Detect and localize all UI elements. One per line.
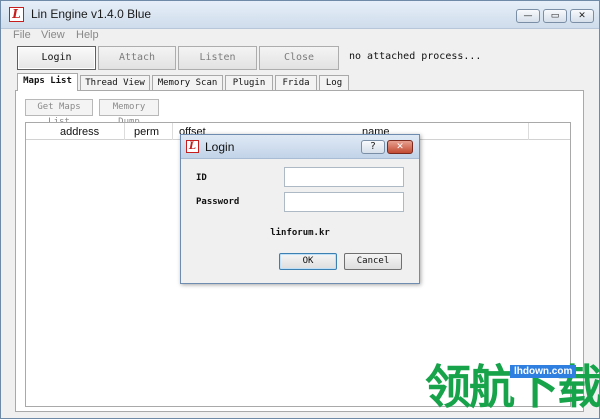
- dialog-title: Login: [205, 140, 235, 154]
- login-button[interactable]: Login: [17, 46, 96, 70]
- dialog-close-button[interactable]: ✕: [387, 140, 413, 154]
- listen-button[interactable]: Listen: [178, 46, 257, 70]
- maximize-button[interactable]: ▭: [543, 9, 567, 23]
- app-logo-icon: L: [186, 140, 199, 153]
- column-divider[interactable]: [124, 123, 125, 140]
- close-button[interactable]: Close: [259, 46, 339, 70]
- get-maps-list-button[interactable]: Get Maps List: [25, 99, 93, 127]
- app-logo-icon: L: [9, 7, 24, 22]
- tab-maps-list[interactable]: Maps List: [17, 73, 78, 91]
- dialog-title-bar: L Login ? ✕: [181, 135, 419, 159]
- window-title: Lin Engine v1.4.0 Blue: [31, 7, 152, 21]
- login-dialog: L Login ? ✕ ID Password linforum.kr OK C…: [180, 134, 420, 284]
- menu-file[interactable]: File: [13, 29, 31, 41]
- column-header-address[interactable]: address: [60, 126, 99, 138]
- attach-status-text: no attached process...: [349, 51, 482, 62]
- site-label: linforum.kr: [270, 228, 330, 238]
- id-label: ID: [196, 173, 207, 183]
- tab-plugin[interactable]: Plugin: [225, 75, 273, 90]
- tab-thread-view[interactable]: Thread View: [80, 75, 150, 90]
- tab-log[interactable]: Log: [319, 75, 349, 90]
- id-field[interactable]: [284, 167, 404, 187]
- tab-memory-scan[interactable]: Memory Scan: [152, 75, 223, 90]
- column-header-perm[interactable]: perm: [134, 126, 159, 138]
- memory-dump-button[interactable]: Memory Dump: [99, 99, 159, 127]
- minimize-button[interactable]: —: [516, 9, 540, 23]
- menu-bar: File View Help: [1, 29, 599, 43]
- menu-view[interactable]: View: [41, 29, 65, 41]
- tab-frida[interactable]: Frida: [275, 75, 317, 90]
- watermark-url: lhdown.com: [510, 365, 577, 378]
- cancel-button[interactable]: Cancel: [344, 253, 402, 270]
- password-field[interactable]: [284, 192, 404, 212]
- ok-button[interactable]: OK: [279, 253, 337, 270]
- column-divider[interactable]: [528, 123, 529, 140]
- help-button[interactable]: ?: [361, 140, 385, 154]
- column-divider[interactable]: [172, 123, 173, 140]
- close-window-button[interactable]: ✕: [570, 9, 594, 23]
- attach-button[interactable]: Attach: [98, 46, 176, 70]
- password-label: Password: [196, 197, 240, 207]
- title-bar: L Lin Engine v1.4.0 Blue — ▭ ✕: [1, 1, 599, 29]
- menu-help[interactable]: Help: [76, 29, 99, 41]
